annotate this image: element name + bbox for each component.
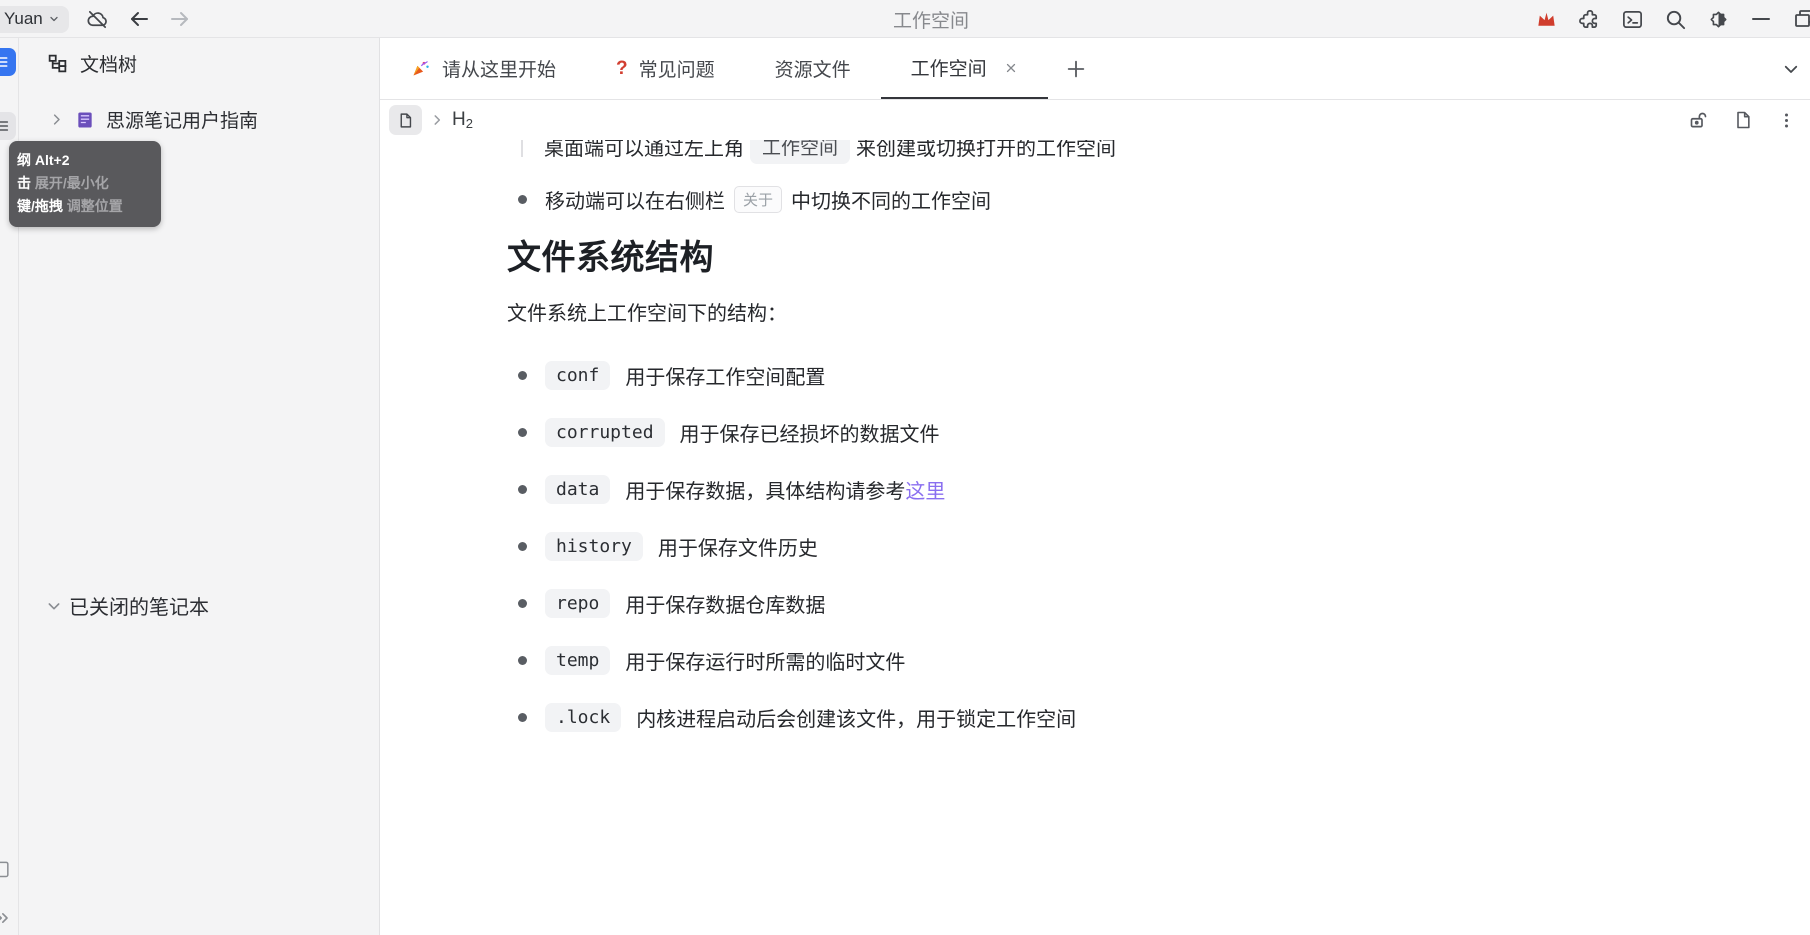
code-tag: temp [545, 645, 611, 675]
panel-title: 文档树 [80, 55, 138, 76]
code-tag: repo [545, 588, 611, 618]
terminal-icon[interactable] [1620, 7, 1644, 31]
clipped-text-after: 来创建或切换打开的工作空间 [856, 140, 1117, 160]
chevron-right-icon [53, 114, 60, 125]
title-bar: Yuan 工作空间 [0, 0, 1810, 38]
list-text: 移动端可以在右侧栏 [545, 190, 725, 213]
fs-structure-list: conf 用于保存工作空间配置 corrupted 用于保存已经损坏的数据文件 … [507, 358, 1810, 734]
code-tag: .lock [545, 702, 622, 732]
dock-file-tree-button[interactable] [0, 48, 16, 76]
dock-outline-button[interactable] [0, 112, 16, 140]
forward-icon[interactable] [168, 7, 192, 31]
list-text: 用于保存文件历史 [657, 537, 818, 560]
notebook-icon [78, 112, 92, 127]
list-text: 用于保存数据，具体结构请参考 [625, 480, 906, 503]
more-kebab-icon[interactable] [1777, 111, 1796, 130]
document-icon[interactable] [1733, 110, 1753, 130]
unlock-icon[interactable] [1688, 110, 1709, 131]
editor-area: 请从这里开始 ? 常见问题 资源文件 工作空间 H 2 桌面端可以通过左上角 工… [380, 38, 1810, 935]
workspace-tag: 工作空间 [750, 140, 851, 164]
list-item-temp[interactable]: temp 用于保存运行时所需的临时文件 [507, 643, 1810, 677]
list-item-repo[interactable]: repo 用于保存数据仓库数据 [507, 586, 1810, 620]
document-content[interactable]: 桌面端可以通过左上角 工作空间 来创建或切换打开的工作空间 移动端可以在右侧栏 … [380, 140, 1810, 935]
doc-tree-icon [48, 54, 67, 73]
tab-label: 常见问题 [638, 60, 715, 81]
breadcrumb: H2 [380, 100, 1810, 140]
list-text: 用于保存工作空间配置 [625, 366, 826, 389]
chevron-down-icon [48, 602, 60, 609]
minimize-icon[interactable] [1749, 7, 1773, 31]
tab-assets[interactable]: 资源文件 [745, 38, 881, 99]
close-icon[interactable] [1004, 61, 1018, 75]
tab-faq[interactable]: ? 常见问题 [586, 38, 745, 99]
document-tree-panel: 文档树 思源笔记用户指南 纲 Alt+2 击 展开/最小化 键/拖拽 调整位置 … [9, 38, 380, 935]
bullet-dot [518, 427, 527, 437]
link-here[interactable]: 这里 [905, 475, 945, 504]
tooltip-line-3: 键/拖拽 调整位置 [17, 198, 123, 214]
dock-expand-chevrons-icon[interactable] [0, 904, 16, 932]
theme-mode-icon[interactable] [1706, 7, 1730, 31]
sidebar-item-user-guide[interactable]: 思源笔记用户指南 [49, 106, 258, 133]
code-tag: corrupted [545, 417, 665, 447]
list-item-conf[interactable]: conf 用于保存工作空间配置 [507, 358, 1810, 392]
bullet-dot [518, 484, 527, 494]
list-text: 用于保存运行时所需的临时文件 [625, 651, 906, 674]
list-item-about[interactable]: 移动端可以在右侧栏 关于 中切换不同的工作空间 [507, 182, 1810, 216]
list-text: 中切换不同的工作空间 [791, 190, 992, 213]
clipped-text-before: 桌面端可以通过左上角 [544, 140, 744, 160]
new-tab-button[interactable] [1048, 38, 1104, 99]
search-icon[interactable] [1663, 7, 1687, 31]
tab-start-here[interactable]: 请从这里开始 [380, 38, 586, 99]
bullet-dot [518, 541, 527, 551]
party-popper-icon [413, 61, 429, 76]
clipped-list-item: 桌面端可以通过左上角 工作空间 来创建或切换打开的工作空间 [507, 140, 1810, 168]
code-tag: history [545, 531, 643, 561]
tooltip-line-2: 击 展开/最小化 [17, 175, 109, 191]
document-icon[interactable] [389, 105, 422, 135]
kbd-about-tag: 关于 [734, 185, 783, 213]
bullet-dot [518, 598, 527, 608]
bullet-dot [518, 194, 527, 204]
intro-paragraph: 文件系统上工作空间下的结构： [507, 303, 787, 325]
list-text: 用于保存已经损坏的数据文件 [679, 423, 940, 446]
list-guide-bar [521, 140, 523, 157]
tab-label: 请从这里开始 [442, 60, 557, 81]
tab-label: 资源文件 [774, 60, 851, 81]
tab-workspace[interactable]: 工作空间 [880, 38, 1048, 99]
breadcrumb-heading-h2[interactable]: H2 [452, 109, 473, 131]
code-tag: data [545, 474, 611, 504]
workspace-switcher-label: Yuan [4, 9, 43, 28]
bullet-dot [518, 712, 527, 722]
dock-flashcard-button[interactable] [0, 855, 16, 883]
closed-notebooks-toggle[interactable]: 已关闭的笔记本 [46, 591, 209, 620]
chevron-right-icon [430, 113, 444, 127]
restore-window-icon[interactable] [1792, 7, 1810, 31]
tooltip-line-1: 纲 Alt+2 [17, 152, 70, 168]
window-title: 工作空间 [892, 10, 970, 32]
section-heading: 文件系统结构 [507, 239, 714, 277]
plugin-puzzle-icon[interactable] [1577, 7, 1601, 31]
list-item-history[interactable]: history 用于保存文件历史 [507, 529, 1810, 563]
closed-notebooks-label: 已关闭的笔记本 [69, 597, 209, 619]
list-item-corrupted[interactable]: corrupted 用于保存已经损坏的数据文件 [507, 415, 1810, 449]
bullet-dot [518, 655, 527, 665]
bullet-dot [518, 370, 527, 380]
list-item-lock[interactable]: .lock 内核进程启动后会创建该文件，用于锁定工作空间 [507, 700, 1810, 734]
workspace-switcher-button[interactable]: Yuan [0, 5, 69, 33]
chevron-down-icon [50, 16, 58, 22]
list-text: 内核进程启动后会创建该文件，用于锁定工作空间 [636, 708, 1077, 731]
tab-bar: 请从这里开始 ? 常见问题 资源文件 工作空间 [380, 38, 1810, 100]
code-tag: conf [545, 360, 611, 390]
crown-icon[interactable] [1534, 7, 1558, 31]
dock-tooltip: 纲 Alt+2 击 展开/最小化 键/拖拽 调整位置 [9, 141, 161, 227]
list-item-data[interactable]: data 用于保存数据，具体结构请参考 这里 [507, 472, 1810, 506]
back-icon[interactable] [127, 7, 151, 31]
tree-item-label: 思源笔记用户指南 [106, 111, 259, 132]
tab-label: 工作空间 [910, 59, 987, 80]
question-mark-icon: ? [616, 57, 628, 79]
tab-list-chevron-down-icon[interactable] [1782, 38, 1800, 100]
list-text: 用于保存数据仓库数据 [625, 594, 826, 617]
cloud-off-icon[interactable] [86, 7, 110, 31]
